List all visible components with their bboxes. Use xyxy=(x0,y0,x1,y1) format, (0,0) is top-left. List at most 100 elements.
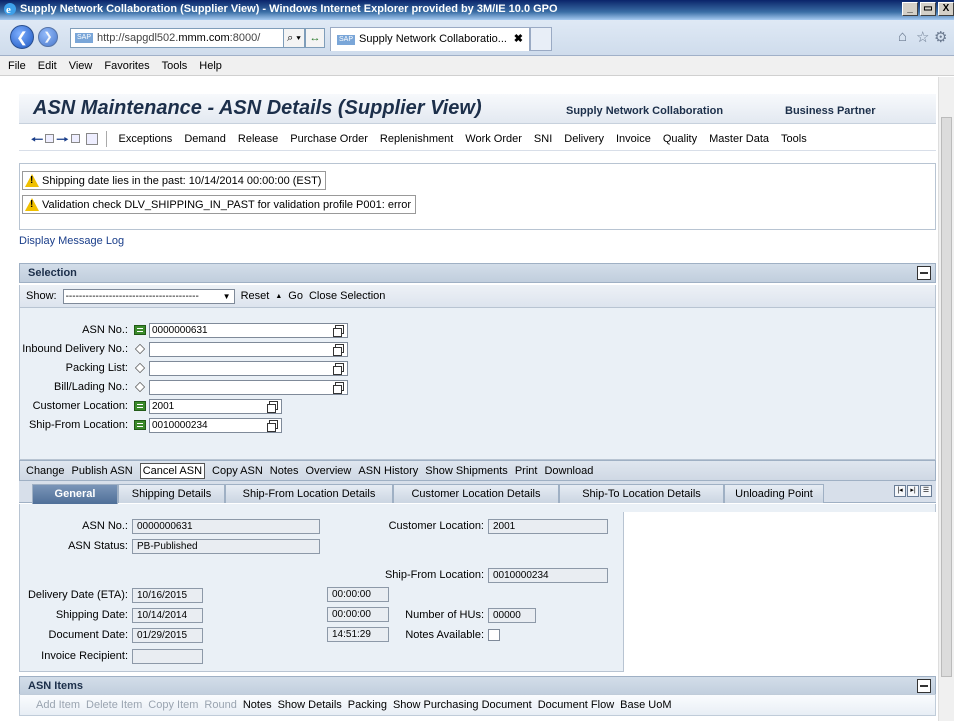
menu-favorites[interactable]: Favorites xyxy=(104,60,149,72)
menu-tools[interactable]: Tools xyxy=(162,60,188,72)
general-details: ASN No.: 0000000631 ASN Status: PB-Publi… xyxy=(19,504,936,672)
cancel-asn-button[interactable]: Cancel ASN xyxy=(139,462,206,479)
tab-list-icon[interactable]: ☰ xyxy=(920,485,932,497)
equals-indicator-icon[interactable] xyxy=(134,325,146,335)
publish-asn-button[interactable]: Publish ASN xyxy=(72,465,133,477)
forward-icon[interactable]: ❯ xyxy=(38,27,58,47)
nav-master-data[interactable]: Master Data xyxy=(703,133,775,145)
detail-tabs: General Shipping Details Ship-From Locat… xyxy=(19,481,936,504)
menu-file[interactable]: File xyxy=(8,60,26,72)
refresh-icon[interactable]: ↔ xyxy=(305,28,325,48)
menu-view[interactable]: View xyxy=(69,60,93,72)
copy-asn-button[interactable]: Copy ASN xyxy=(212,465,263,477)
tab-first-icon[interactable]: |◂ xyxy=(894,485,906,497)
asn-history-button[interactable]: ASN History xyxy=(358,465,418,477)
back-icon[interactable]: ❮ xyxy=(10,25,34,49)
browser-tab[interactable]: SAP Supply Network Collaboratio... ✖ xyxy=(330,27,530,51)
equals-indicator-icon[interactable] xyxy=(134,420,146,430)
settings-gear-icon[interactable]: ⚙ xyxy=(934,28,947,46)
packing-button[interactable]: Packing xyxy=(348,699,387,711)
detail-document-date: Document Date: 01/29/2015 xyxy=(20,627,203,643)
value-help-icon[interactable] xyxy=(333,343,344,356)
vertical-scrollbar[interactable] xyxy=(938,77,954,721)
download-button[interactable]: Download xyxy=(544,465,593,477)
equals-indicator-icon[interactable] xyxy=(134,401,146,411)
value-help-icon[interactable] xyxy=(267,419,278,432)
nav-purchase-order[interactable]: Purchase Order xyxy=(284,133,374,145)
favorites-star-icon[interactable]: ☆ xyxy=(916,28,929,46)
inbound-delivery-no-input[interactable] xyxy=(149,341,348,357)
nav-back-list-icon[interactable] xyxy=(45,134,55,143)
show-dropdown[interactable]: ----------------------------------------… xyxy=(62,288,235,304)
ship-from-location-input[interactable]: 0010000234 xyxy=(149,417,282,433)
value-help-icon[interactable] xyxy=(333,381,344,394)
collapse-selection-icon[interactable] xyxy=(917,266,931,280)
round-button[interactable]: Round xyxy=(204,699,236,711)
value-help-icon[interactable] xyxy=(267,400,278,413)
header-link-snc[interactable]: Supply Network Collaboration xyxy=(566,105,723,117)
diamond-indicator-icon[interactable] xyxy=(134,362,146,374)
reset-button[interactable]: Reset xyxy=(241,290,270,302)
nav-exceptions[interactable]: Exceptions xyxy=(113,133,179,145)
favorites-menu-icon[interactable] xyxy=(85,132,98,145)
close-selection-button[interactable]: Close Selection xyxy=(309,290,385,302)
minimize-button[interactable]: _ xyxy=(902,2,918,16)
tab-general[interactable]: General xyxy=(32,484,118,504)
notes-button[interactable]: Notes xyxy=(270,465,299,477)
change-button[interactable]: Change xyxy=(26,465,65,477)
show-details-button[interactable]: Show Details xyxy=(278,699,342,711)
item-notes-button[interactable]: Notes xyxy=(243,699,272,711)
maximize-button[interactable]: ▭ xyxy=(920,2,936,16)
new-tab-button[interactable] xyxy=(530,27,552,51)
collapse-asn-items-icon[interactable] xyxy=(917,679,931,693)
header-link-business-partner[interactable]: Business Partner xyxy=(785,105,875,117)
close-window-button[interactable]: X xyxy=(938,2,954,16)
reset-triangle-icon[interactable]: ▲ xyxy=(275,293,282,300)
menu-edit[interactable]: Edit xyxy=(38,60,57,72)
scrollbar-thumb[interactable] xyxy=(941,117,952,677)
packing-list-input[interactable] xyxy=(149,360,348,376)
home-icon[interactable]: ⌂ xyxy=(898,28,907,45)
overview-button[interactable]: Overview xyxy=(306,465,352,477)
tab-unloading-point[interactable]: Unloading Point xyxy=(724,484,824,503)
value-help-icon[interactable] xyxy=(333,362,344,375)
add-item-button[interactable]: Add Item xyxy=(36,699,80,711)
show-shipments-button[interactable]: Show Shipments xyxy=(425,465,508,477)
asn-no-input[interactable]: 0000000631 xyxy=(149,322,348,338)
bill-lading-no-input[interactable] xyxy=(149,379,348,395)
nav-invoice[interactable]: Invoice xyxy=(610,133,657,145)
notes-available-checkbox[interactable] xyxy=(488,629,500,641)
asn-items-panel-header: ASN Items xyxy=(19,676,936,696)
value-help-icon[interactable] xyxy=(333,324,344,337)
delete-item-button[interactable]: Delete Item xyxy=(86,699,142,711)
nav-quality[interactable]: Quality xyxy=(657,133,703,145)
nav-release[interactable]: Release xyxy=(232,133,284,145)
tab-ship-to-location-details[interactable]: Ship-To Location Details xyxy=(559,484,724,503)
tab-customer-location-details[interactable]: Customer Location Details xyxy=(393,484,559,503)
nav-back-arrow-icon[interactable]: 🠐 xyxy=(31,132,43,146)
base-uom-button[interactable]: Base UoM xyxy=(620,699,671,711)
show-purchasing-document-button[interactable]: Show Purchasing Document xyxy=(393,699,532,711)
nav-sni[interactable]: SNI xyxy=(528,133,558,145)
diamond-indicator-icon[interactable] xyxy=(134,381,146,393)
nav-tools[interactable]: Tools xyxy=(775,133,813,145)
nav-demand[interactable]: Demand xyxy=(178,133,232,145)
customer-location-input[interactable]: 2001 xyxy=(149,398,282,414)
nav-work-order[interactable]: Work Order xyxy=(459,133,528,145)
nav-forward-list-icon[interactable] xyxy=(70,134,80,143)
tab-ship-from-location-details[interactable]: Ship-From Location Details xyxy=(225,484,393,503)
go-button[interactable]: Go xyxy=(288,290,303,302)
nav-replenishment[interactable]: Replenishment xyxy=(374,133,459,145)
print-button[interactable]: Print xyxy=(515,465,538,477)
display-message-log-link[interactable]: Display Message Log xyxy=(19,235,124,247)
tab-shipping-details[interactable]: Shipping Details xyxy=(118,484,225,503)
nav-delivery[interactable]: Delivery xyxy=(558,133,610,145)
nav-forward-arrow-icon[interactable]: 🠒 xyxy=(56,132,68,146)
search-dropdown-icon[interactable]: ⌕ ▾ xyxy=(283,28,305,48)
menu-help[interactable]: Help xyxy=(199,60,222,72)
tab-last-icon[interactable]: ▸| xyxy=(907,485,919,497)
tab-close-icon[interactable]: ✖ xyxy=(514,28,523,50)
diamond-indicator-icon[interactable] xyxy=(134,343,146,355)
copy-item-button[interactable]: Copy Item xyxy=(148,699,198,711)
document-flow-button[interactable]: Document Flow xyxy=(538,699,614,711)
